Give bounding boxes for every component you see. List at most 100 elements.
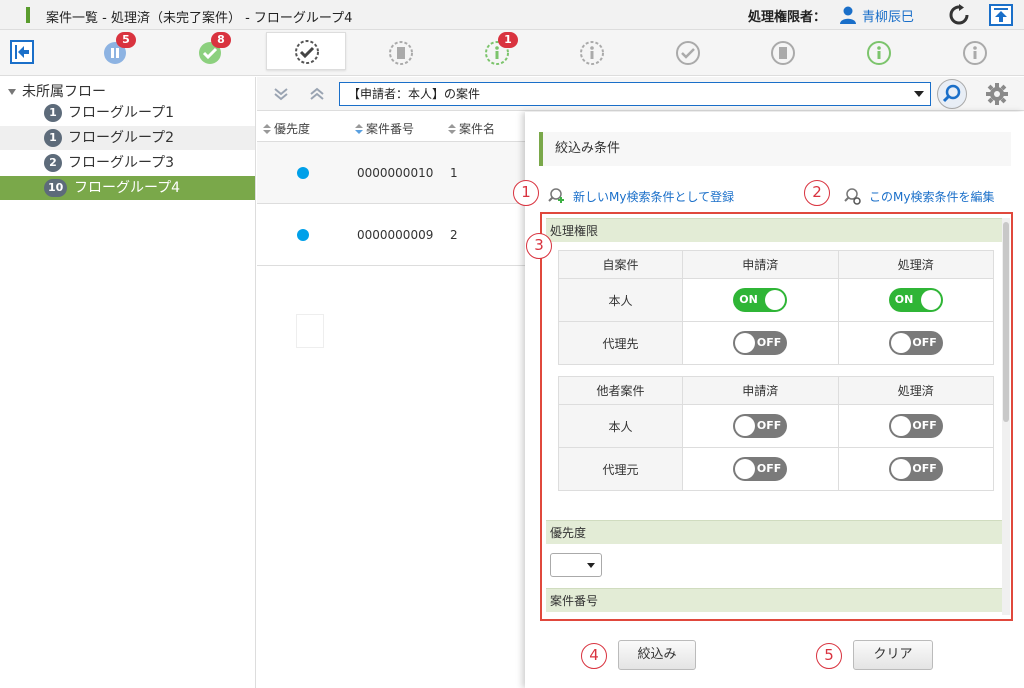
case-number: 0000000009: [357, 228, 434, 242]
tree-item-group2[interactable]: 1 フローグループ2: [0, 126, 255, 150]
toggle-label: OFF: [756, 462, 782, 475]
info-grey-icon: [963, 41, 987, 65]
column-label: 案件番号: [366, 122, 415, 136]
tab-info-green[interactable]: [864, 38, 894, 68]
my-search-condition-select[interactable]: 【申請者：本人】の案件: [339, 82, 931, 106]
priority-select[interactable]: [550, 553, 602, 577]
tree-item-count: 2: [44, 154, 62, 172]
case-name: 1: [450, 166, 458, 180]
other-self-applied-toggle[interactable]: OFF: [733, 414, 788, 438]
section-priority: 優先度: [546, 520, 1002, 544]
toggle-knob: [765, 290, 786, 310]
filter-conditions-scroll[interactable]: 処理権限 自案件 申請済 処理済 本人 ON ON 代理先 OFF OFF 他者…: [546, 218, 1002, 615]
panel-title: 絞込み条件: [539, 132, 1011, 166]
other-delegator-processed-toggle[interactable]: OFF: [888, 457, 943, 481]
own-self-applied-toggle[interactable]: ON: [733, 288, 788, 312]
tab-document-dashed[interactable]: [386, 38, 416, 68]
info-green-icon: [867, 41, 891, 65]
tab-info-grey[interactable]: [960, 38, 990, 68]
tab-in-progress[interactable]: 5: [100, 32, 136, 68]
scroll-top-icon[interactable]: [989, 4, 1013, 26]
toggle-label: ON: [739, 293, 758, 306]
user-icon: [840, 6, 856, 24]
row-label: 代理先: [558, 321, 683, 365]
user-name-link[interactable]: 青柳辰巳: [862, 6, 914, 25]
toggle-label: OFF: [912, 419, 937, 432]
column-priority[interactable]: 優先度: [263, 120, 310, 137]
tab-document[interactable]: [768, 38, 798, 68]
title-marker: [26, 7, 30, 23]
table-row[interactable]: 0000000009 2: [257, 204, 525, 266]
processed-header: 処理済: [837, 376, 994, 405]
badge-in-progress: 5: [116, 32, 136, 48]
tree-item-label: フローグループ4: [74, 180, 181, 196]
tab-check-outline[interactable]: [673, 38, 703, 68]
applied-header: 申請済: [682, 376, 839, 405]
window-title: 案件一覧 - 処理済（未完了案件） - フローグループ4: [46, 11, 353, 26]
tree-item-label: フローグループ1: [68, 105, 175, 121]
sort-icon: [263, 124, 271, 134]
document-dashed-icon: [389, 41, 413, 65]
tree-root-label: 未所属フロー: [22, 84, 106, 100]
processed-header: 処理済: [837, 250, 994, 279]
row-label: 本人: [558, 404, 683, 448]
collapse-all-icon[interactable]: [307, 84, 327, 104]
auth-label: 処理権限者：: [748, 10, 827, 25]
callout-4: 4: [581, 643, 607, 669]
section-permission: 処理権限: [546, 218, 1002, 242]
check-outline-icon: [676, 41, 700, 65]
tab-info-dashed[interactable]: 1: [482, 32, 518, 68]
other-self-processed-toggle[interactable]: OFF: [888, 414, 943, 438]
toggle-label: OFF: [756, 336, 782, 349]
case-list-grid: 優先度 案件番号 案件名 0000000010 1 0000000009 2: [257, 112, 525, 688]
scrollbar[interactable]: [1002, 218, 1010, 615]
status-toolbar: 5 8 1: [0, 30, 1024, 76]
chevron-down-icon: [587, 563, 595, 568]
row-label: 本人: [558, 278, 683, 322]
collapse-sidebar-button[interactable]: [10, 40, 34, 64]
tree-root-unassigned[interactable]: 未所属フロー: [8, 81, 106, 101]
info-grey-dashed-icon: [580, 41, 604, 65]
filter-button[interactable]: 絞込み: [618, 640, 696, 670]
tab-approved[interactable]: 8: [195, 32, 231, 68]
search-add-icon: [548, 188, 564, 203]
column-case-name[interactable]: 案件名: [448, 120, 495, 137]
badge-approved: 8: [211, 32, 231, 48]
own-self-processed-toggle[interactable]: ON: [888, 288, 943, 312]
document-icon: [771, 41, 795, 65]
column-case-number[interactable]: 案件番号: [355, 120, 414, 137]
sort-icon: [448, 124, 456, 134]
register-my-search-link[interactable]: 新しいMy検索条件として登録: [573, 188, 734, 205]
badge-info: 1: [498, 32, 518, 48]
toggle-knob: [920, 290, 941, 310]
clear-button[interactable]: クリア: [853, 640, 933, 670]
toggle-label: OFF: [912, 462, 937, 475]
tree-item-group3[interactable]: 2 フローグループ3: [0, 151, 255, 175]
grid-header: 優先度 案件番号 案件名: [257, 112, 525, 142]
tab-info-grey-dashed[interactable]: [577, 38, 607, 68]
expand-triangle-icon[interactable]: [8, 89, 16, 95]
other-delegator-applied-toggle[interactable]: OFF: [733, 457, 788, 481]
tree-item-count: 1: [44, 129, 62, 147]
applied-header: 申請済: [682, 250, 839, 279]
tree-item-group1[interactable]: 1 フローグループ1: [0, 101, 255, 125]
reload-icon[interactable]: [948, 4, 970, 26]
expand-all-icon[interactable]: [271, 84, 291, 104]
search-button[interactable]: [937, 79, 967, 109]
search-edit-icon: [844, 188, 861, 205]
scrollbar-thumb[interactable]: [1003, 222, 1009, 422]
table-row[interactable]: 0000000010 1: [257, 142, 525, 204]
filter-panel: 絞込み条件 1 新しいMy検索条件として登録 2 このMy検索条件を編集 処理権…: [513, 112, 1024, 688]
own-proxy-applied-toggle[interactable]: OFF: [733, 331, 788, 355]
toggle-label: OFF: [756, 419, 782, 432]
tree-item-group4[interactable]: 10 フローグループ4: [0, 176, 255, 200]
tab-processed[interactable]: [266, 32, 346, 70]
gear-icon[interactable]: [985, 82, 1009, 106]
callout-1: 1: [513, 180, 539, 206]
own-proxy-processed-toggle[interactable]: OFF: [888, 331, 943, 355]
chevron-down-icon: [914, 91, 924, 97]
blank-placeholder: [296, 314, 324, 348]
other-case-header: 他者案件: [558, 376, 683, 405]
edit-my-search-link[interactable]: このMy検索条件を編集: [869, 188, 994, 205]
toggle-label: OFF: [912, 336, 937, 349]
